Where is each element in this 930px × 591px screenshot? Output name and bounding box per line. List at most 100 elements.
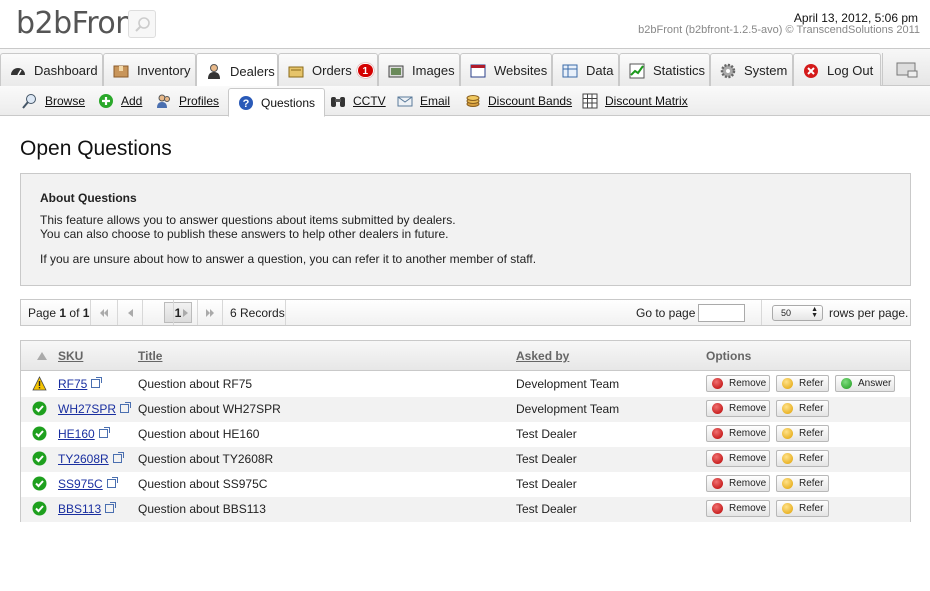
subtab-browse[interactable]: Browse <box>22 91 85 111</box>
websites-icon <box>470 63 486 79</box>
subtab-questions[interactable]: ? Questions <box>228 88 326 117</box>
first-page-icon <box>100 308 108 317</box>
remove-button[interactable]: Remove <box>706 500 770 517</box>
remove-button[interactable]: Remove <box>706 425 770 442</box>
dashboard-icon <box>10 63 26 79</box>
sku-link[interactable]: WH27SPR <box>58 402 132 416</box>
smiley-icon <box>782 478 793 489</box>
pager-divider <box>761 300 762 325</box>
subtab-email[interactable]: Email <box>397 91 450 111</box>
tab-images[interactable]: Images <box>378 53 460 87</box>
remove-label: Remove <box>729 453 767 464</box>
tab-label: Dealers <box>230 63 275 79</box>
prev-page-icon <box>128 308 133 317</box>
remove-icon <box>712 478 723 489</box>
refer-button[interactable]: Refer <box>776 450 829 467</box>
next-page-button[interactable] <box>173 300 198 325</box>
external-link-icon[interactable] <box>106 477 118 488</box>
refer-label: Refer <box>799 478 824 489</box>
subtab-discount-matrix[interactable]: Discount Matrix <box>582 91 688 111</box>
first-page-button[interactable] <box>91 300 118 325</box>
sku-text: BBS113 <box>58 502 102 516</box>
tab-orders[interactable]: Orders 1 <box>278 53 378 87</box>
sku-link[interactable]: TY2608R <box>58 452 124 466</box>
refer-button[interactable]: Refer <box>776 425 829 442</box>
sku-link[interactable]: HE160 <box>58 427 110 441</box>
tab-label: Log Out <box>827 63 874 78</box>
box-icon <box>113 63 129 79</box>
remove-button[interactable]: Remove <box>706 475 770 492</box>
tab-system[interactable]: System <box>710 53 793 87</box>
refer-button[interactable]: Refer <box>776 400 829 417</box>
external-link-icon[interactable] <box>98 427 110 438</box>
refer-button[interactable]: Refer <box>776 375 829 392</box>
refer-button[interactable]: Refer <box>776 475 829 492</box>
sku-link[interactable]: BBS113 <box>58 502 117 516</box>
subtab-cctv[interactable]: CCTV <box>330 91 386 111</box>
external-link-icon[interactable] <box>105 502 117 513</box>
column-title[interactable]: Title <box>138 349 162 363</box>
rows-value: 50 <box>781 308 792 318</box>
column-asked-by[interactable]: Asked by <box>516 349 569 363</box>
external-link-icon[interactable] <box>112 452 124 463</box>
subtab-add[interactable]: Add <box>98 91 142 111</box>
smiley-icon <box>782 378 793 389</box>
external-link-icon[interactable] <box>91 377 103 388</box>
binoculars-icon <box>330 93 346 109</box>
tab-label: Websites <box>494 63 548 78</box>
coins-icon <box>465 93 481 109</box>
refer-button[interactable]: Refer <box>776 500 829 517</box>
about-line-3: If you are unsure about how to answer a … <box>40 252 537 266</box>
app-logo[interactable]: b2bFront <box>16 6 146 41</box>
goto-page-input[interactable] <box>698 304 745 322</box>
asked-by: Development Team <box>516 377 620 391</box>
remove-button[interactable]: Remove <box>706 450 770 467</box>
remove-button[interactable]: Remove <box>706 375 770 392</box>
tab-dealers[interactable]: Dealers <box>196 53 278 88</box>
subtab-label: Discount Matrix <box>605 94 688 108</box>
select-arrows-icon: ▲ ▼ <box>811 306 818 319</box>
table-row: SS975C Question about SS975C Test Dealer Re… <box>21 472 910 497</box>
smiley-icon <box>782 428 793 439</box>
remove-button[interactable]: Remove <box>706 400 770 417</box>
current-date: April 13, 2012, 5:06 pm <box>793 11 918 25</box>
subtab-profiles[interactable]: Profiles <box>156 91 219 111</box>
quick-search-button[interactable] <box>128 10 156 38</box>
last-page-button[interactable] <box>198 300 223 325</box>
smiley-icon <box>782 503 793 514</box>
add-icon <box>98 93 114 109</box>
magnifier-icon <box>135 17 150 32</box>
sort-asc-icon[interactable] <box>37 352 47 360</box>
remove-label: Remove <box>729 428 767 439</box>
remove-label: Remove <box>729 403 767 414</box>
logout-icon <box>803 63 819 79</box>
tab-dashboard[interactable]: Dashboard <box>0 53 103 87</box>
refer-label: Refer <box>799 378 824 389</box>
last-page-icon <box>206 308 214 317</box>
external-link-icon[interactable] <box>120 402 132 413</box>
check-icon <box>32 401 47 416</box>
sku-text: SS975C <box>58 477 103 491</box>
profiles-icon <box>156 93 172 109</box>
tab-label: Orders <box>312 63 352 78</box>
next-page-icon <box>182 308 188 317</box>
prev-page-button[interactable] <box>118 300 143 325</box>
table-row: HE160 Question about HE160 Test Dealer Remo… <box>21 422 910 447</box>
tab-websites[interactable]: Websites <box>460 53 552 87</box>
sku-link[interactable]: SS975C <box>58 477 118 491</box>
tab-data[interactable]: Data <box>552 53 619 87</box>
refer-label: Refer <box>799 428 824 439</box>
about-line-1: This feature allows you to answer questi… <box>40 213 456 227</box>
page-indicator: Page 1 of 1 <box>21 300 91 325</box>
sku-link[interactable]: RF75 <box>58 377 103 391</box>
column-sku[interactable]: SKU <box>58 349 83 363</box>
tab-statistics[interactable]: Statistics <box>619 53 710 87</box>
answer-button[interactable]: Answer <box>835 375 895 392</box>
about-line-2: You can also choose to publish these ans… <box>40 227 449 241</box>
tab-logout[interactable]: Log Out <box>793 53 881 87</box>
screen-toggle-button[interactable] <box>882 53 930 87</box>
rows-per-page-select[interactable]: 50 ▲ ▼ <box>772 305 823 321</box>
subtab-discount-bands[interactable]: Discount Bands <box>465 91 572 111</box>
orders-icon <box>288 63 304 79</box>
tab-inventory[interactable]: Inventory <box>103 53 196 87</box>
